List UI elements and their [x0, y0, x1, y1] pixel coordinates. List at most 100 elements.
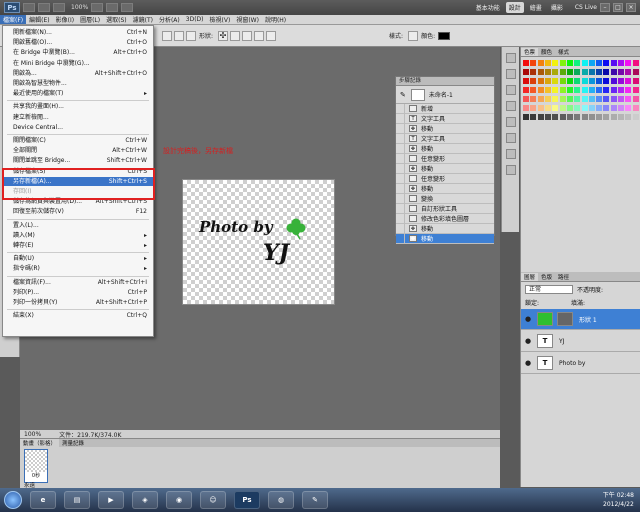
- tab-channels[interactable]: 色版: [538, 273, 555, 281]
- history-source-box[interactable]: [396, 184, 405, 193]
- color-swatch[interactable]: [552, 78, 559, 84]
- history-item[interactable]: 修改色彩填色圖層: [396, 214, 494, 224]
- status-zoom[interactable]: 100%: [24, 431, 41, 438]
- color-swatch[interactable]: [632, 60, 639, 66]
- visibility-eye-icon[interactable]: ●: [523, 315, 533, 324]
- file-menu-item[interactable]: 轉存(E) ▸: [3, 241, 153, 250]
- messenger-taskbar-icon[interactable]: ☺: [200, 491, 226, 509]
- history-source-box[interactable]: [396, 224, 405, 233]
- color-swatch[interactable]: [581, 114, 588, 120]
- history-item[interactable]: ✥ 移動: [396, 234, 494, 244]
- color-swatch[interactable]: [574, 96, 581, 102]
- color-swatch[interactable]: [632, 78, 639, 84]
- workspace-essentials[interactable]: 基本功能: [473, 2, 503, 13]
- media-player-taskbar-icon[interactable]: ▶: [98, 491, 124, 509]
- tool-presets-panel-icon[interactable]: [506, 149, 516, 159]
- color-swatch[interactable]: [530, 78, 537, 84]
- color-swatch[interactable]: [566, 96, 573, 102]
- color-swatch[interactable]: [544, 105, 551, 111]
- color-swatch[interactable]: [544, 78, 551, 84]
- tab-layers[interactable]: 圖層: [521, 272, 539, 281]
- file-menu-item[interactable]: 共享我的畫面(H)...: [3, 102, 153, 111]
- history-source-box[interactable]: [396, 124, 405, 133]
- color-swatch[interactable]: [581, 96, 588, 102]
- color-swatch[interactable]: [625, 87, 632, 93]
- color-swatch[interactable]: [618, 114, 625, 120]
- color-swatch[interactable]: [523, 96, 529, 102]
- history-item[interactable]: 新增: [396, 104, 494, 114]
- color-swatch[interactable]: [537, 96, 544, 102]
- color-swatch[interactable]: [559, 87, 566, 93]
- menu-edit[interactable]: 編輯(E): [26, 15, 52, 24]
- history-item[interactable]: ✥ 移動: [396, 224, 494, 234]
- explorer-taskbar-icon[interactable]: ▤: [64, 491, 90, 509]
- history-item[interactable]: ✥ 移動: [396, 164, 494, 174]
- fill-pixels-mode-icon[interactable]: [186, 30, 196, 41]
- clone-source-panel-icon[interactable]: [506, 133, 516, 143]
- color-swatch[interactable]: [618, 69, 625, 75]
- color-swatch[interactable]: [566, 69, 573, 75]
- color-swatch[interactable]: [603, 87, 610, 93]
- layer-row[interactable]: ● T YJ: [521, 331, 640, 352]
- arrange-documents-button[interactable]: [121, 3, 134, 12]
- color-swatch[interactable]: [552, 105, 559, 111]
- color-swatch[interactable]: [581, 60, 588, 66]
- color-swatch[interactable]: [581, 105, 588, 111]
- maximize-icon[interactable]: □: [613, 3, 623, 12]
- color-swatch[interactable]: [610, 87, 617, 93]
- history-source-box[interactable]: [396, 164, 405, 173]
- color-swatch[interactable]: [523, 105, 529, 111]
- file-menu-item[interactable]: 關閉並跳至 Bridge... Shift+Ctrl+W: [3, 156, 153, 165]
- tab-paths[interactable]: 路徑: [555, 273, 572, 281]
- color-swatch[interactable]: [588, 60, 595, 66]
- color-swatch[interactable]: [530, 105, 537, 111]
- color-swatch[interactable]: [603, 78, 610, 84]
- color-swatch[interactable]: [552, 114, 559, 120]
- color-swatch[interactable]: [552, 60, 559, 66]
- color-swatch[interactable]: [552, 69, 559, 75]
- color-swatch[interactable]: [537, 60, 544, 66]
- color-swatch[interactable]: [581, 87, 588, 93]
- menu-analysis[interactable]: 分析(A): [156, 15, 183, 24]
- start-button[interactable]: [4, 491, 22, 509]
- color-swatch[interactable]: [618, 87, 625, 93]
- color-swatch[interactable]: [625, 78, 632, 84]
- minimize-icon[interactable]: –: [600, 3, 610, 12]
- menu-filter[interactable]: 濾鏡(T): [130, 15, 156, 24]
- chrome-taskbar-icon[interactable]: ◉: [166, 491, 192, 509]
- history-panel-tab[interactable]: 步驟記錄: [396, 77, 494, 86]
- color-swatch[interactable]: [603, 114, 610, 120]
- network-taskbar-icon[interactable]: ◈: [132, 491, 158, 509]
- color-swatch[interactable]: [632, 114, 639, 120]
- color-swatch[interactable]: [625, 60, 632, 66]
- color-swatch[interactable]: [625, 69, 632, 75]
- file-menu-item[interactable]: 建立新檢閱...: [3, 113, 153, 122]
- file-menu-item[interactable]: 開啟為... Alt+Shift+Ctrl+O: [3, 69, 153, 78]
- tab-styles[interactable]: 樣式: [555, 48, 572, 56]
- file-menu-item[interactable]: 開啟舊檔(O)... Ctrl+O: [3, 38, 153, 47]
- color-swatch[interactable]: [588, 114, 595, 120]
- tab-measurement-log[interactable]: 測量記錄: [59, 439, 87, 447]
- blend-mode-select[interactable]: 正常: [525, 284, 573, 294]
- menu-file[interactable]: 檔案(F): [0, 15, 27, 24]
- color-swatch[interactable]: [581, 69, 588, 75]
- color-swatch[interactable]: [625, 105, 632, 111]
- shape-combine-add-icon[interactable]: [230, 30, 241, 41]
- visibility-eye-icon[interactable]: ●: [523, 359, 533, 368]
- color-swatch[interactable]: [537, 78, 544, 84]
- file-menu-item[interactable]: Device Central...: [3, 123, 153, 132]
- file-menu-item[interactable]: 開新檔案(N)... Ctrl+N: [3, 28, 153, 37]
- color-swatch[interactable]: [530, 60, 537, 66]
- color-swatch[interactable]: [588, 96, 595, 102]
- history-source-box[interactable]: [396, 114, 405, 123]
- menu-select[interactable]: 選取(S): [103, 15, 130, 24]
- color-swatch[interactable]: [552, 96, 559, 102]
- color-swatch[interactable]: [544, 60, 551, 66]
- history-item[interactable]: T 文字工具: [396, 134, 494, 144]
- color-swatch[interactable]: [544, 69, 551, 75]
- file-menu-item[interactable]: 在 Bridge 中瀏覽(B)... Alt+Ctrl+O: [3, 48, 153, 57]
- file-menu-item[interactable]: 自動(U) ▸: [3, 254, 153, 263]
- bridge-button[interactable]: [23, 3, 35, 12]
- color-swatch[interactable]: [610, 78, 617, 84]
- color-swatch[interactable]: [603, 105, 610, 111]
